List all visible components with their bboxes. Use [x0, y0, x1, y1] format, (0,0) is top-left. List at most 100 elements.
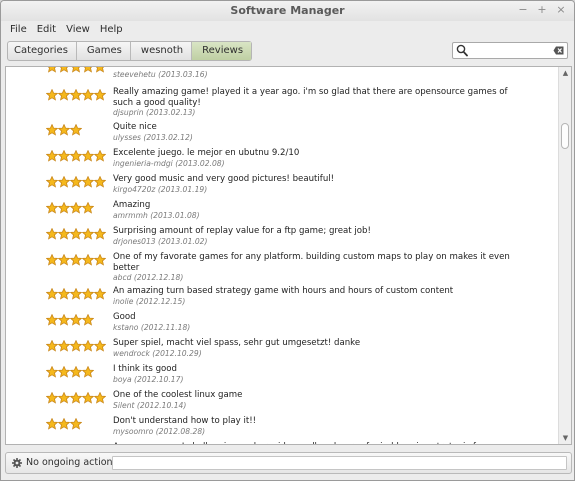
- star-icon: [70, 392, 82, 404]
- review-body: Excelente juego. le mejor en ubutnu 9.2/…: [113, 148, 513, 168]
- star-icon: [58, 176, 70, 188]
- star-icon: [82, 89, 94, 101]
- star-icon: [95, 67, 105, 73]
- status-text: No ongoing actions: [26, 457, 118, 468]
- star-icon: [70, 89, 82, 101]
- review-body: Don't understand how to play it!! mysoomr…: [113, 416, 513, 436]
- star-icon: [70, 254, 82, 266]
- star-icon: [82, 202, 94, 214]
- review-body: Super spiel, macht viel spass, sehr gut …: [113, 338, 513, 358]
- scrollbar[interactable]: ▲ ▼: [558, 67, 571, 444]
- breadcrumb-games[interactable]: Games: [77, 42, 131, 60]
- breadcrumb-reviews[interactable]: Reviews: [192, 42, 252, 60]
- toolbar: Categories Games wesnoth Reviews: [1, 38, 574, 64]
- search-box[interactable]: [452, 42, 568, 59]
- review-text: I think its good: [113, 364, 178, 374]
- star-rating: [46, 254, 106, 266]
- star-icon: [46, 150, 58, 162]
- review-item: Excelente juego. le mejor en ubutnu 9.2/…: [6, 148, 559, 174]
- star-rating: [46, 89, 106, 101]
- review-item: Amazing amrmmh (2013.01.08): [6, 200, 559, 226]
- review-body: Addictive!steevehetu (2013.03.16): [113, 67, 513, 79]
- breadcrumb: Categories Games wesnoth Reviews: [7, 41, 253, 61]
- window-title: Software Manager: [230, 4, 345, 17]
- star-rating: [46, 176, 106, 188]
- star-icon: [82, 340, 94, 352]
- review-text: One of my favorate games for any platfor…: [113, 252, 510, 273]
- star-icon: [58, 288, 70, 300]
- star-icon: [94, 176, 106, 188]
- breadcrumb-categories[interactable]: Categories: [8, 42, 77, 60]
- review-text: Don't understand how to play it!!: [113, 416, 257, 426]
- maximize-icon[interactable]: +: [537, 4, 547, 16]
- review-body: Really amazing game! played it a year ag…: [113, 87, 513, 117]
- star-icon: [58, 202, 70, 214]
- star-icon: [82, 366, 94, 378]
- review-text: Excelente juego. le mejor en ubutnu 9.2/…: [113, 148, 300, 158]
- star-icon: [70, 418, 82, 430]
- review-text: Quite nice: [113, 122, 157, 132]
- star-icon: [83, 67, 93, 73]
- review-author-date: ingenieria-mdgi (2013.02.08): [113, 158, 225, 168]
- review-item: Super spiel, macht viel spass, sehr gut …: [6, 338, 559, 364]
- reviews-panel: Addictive!steevehetu (2013.03.16) Really …: [5, 66, 572, 445]
- review-body: Surprising amount of replay value for a …: [113, 226, 513, 246]
- review-author-date: drjones013 (2013.01.02): [113, 236, 208, 246]
- star-rating: [46, 366, 94, 378]
- star-icon: [46, 202, 58, 214]
- review-text: Super spiel, macht viel spass, sehr gut …: [113, 338, 361, 348]
- menu-edit[interactable]: Edit: [32, 24, 61, 35]
- star-icon: [46, 418, 58, 430]
- scroll-up-icon[interactable]: ▲: [561, 69, 570, 77]
- review-text: An amazing turn based strategy game with…: [113, 286, 454, 296]
- menu-help[interactable]: Help: [95, 24, 128, 35]
- menu-view[interactable]: View: [61, 24, 95, 35]
- review-author-date: ulysses (2013.02.12): [113, 132, 193, 142]
- review-text: Amazing: [113, 200, 151, 210]
- menu-file[interactable]: File: [5, 24, 32, 35]
- star-rating: [46, 124, 82, 136]
- statusbar: No ongoing actions: [5, 452, 572, 474]
- review-list[interactable]: Addictive!steevehetu (2013.03.16) Really …: [6, 67, 559, 444]
- star-rating: [46, 418, 82, 430]
- star-rating: [46, 340, 106, 352]
- star-icon: [58, 418, 70, 430]
- review-item: An amazing turn based strategy game with…: [6, 286, 559, 312]
- review-text: Surprising amount of replay value for a …: [113, 226, 371, 236]
- review-text: Really amazing game! played it a year ag…: [113, 87, 508, 108]
- star-icon: [70, 124, 82, 136]
- review-text: Good: [113, 312, 136, 322]
- review-body: I think its good boya (2012.10.17): [113, 364, 513, 384]
- review-item: Good kstano (2012.11.18): [6, 312, 559, 338]
- search-input[interactable]: [470, 44, 548, 57]
- review-body: Quite nice ulysses (2013.02.12): [113, 122, 513, 142]
- review-item: Awesome game! challenging and provides e…: [6, 442, 559, 444]
- review-body: Very good music and very good pictures! …: [113, 174, 513, 194]
- review-text: Very good music and very good pictures! …: [113, 174, 335, 184]
- star-icon: [70, 340, 82, 352]
- review-author-date: inolie (2012.12.15): [113, 296, 186, 306]
- close-icon[interactable]: ×: [556, 4, 566, 16]
- review-author-date: steevehetu (2013.03.16): [113, 69, 208, 79]
- clear-icon[interactable]: [553, 46, 564, 55]
- review-item: Really amazing game! played it a year ag…: [6, 87, 559, 117]
- breadcrumb-wesnoth[interactable]: wesnoth: [131, 42, 193, 60]
- star-icon: [94, 392, 106, 404]
- star-rating: [46, 202, 94, 214]
- scroll-down-icon[interactable]: ▼: [561, 434, 570, 442]
- star-rating: [46, 288, 106, 300]
- review-author-date: kirgo4720z (2013.01.19): [113, 184, 208, 194]
- star-icon: [58, 340, 70, 352]
- star-rating: [46, 228, 106, 240]
- review-body: An amazing turn based strategy game with…: [113, 286, 513, 306]
- star-icon: [70, 228, 82, 240]
- star-rating: [46, 314, 94, 326]
- star-icon: [46, 366, 58, 378]
- titlebar[interactable]: Software Manager − + ×: [1, 1, 574, 21]
- review-text: One of the coolest linux game: [113, 390, 243, 400]
- star-icon: [58, 366, 70, 378]
- minimize-icon[interactable]: −: [518, 4, 528, 16]
- scrollbar-thumb[interactable]: [561, 123, 569, 149]
- star-icon: [70, 314, 82, 326]
- status-progress-field: [112, 456, 567, 470]
